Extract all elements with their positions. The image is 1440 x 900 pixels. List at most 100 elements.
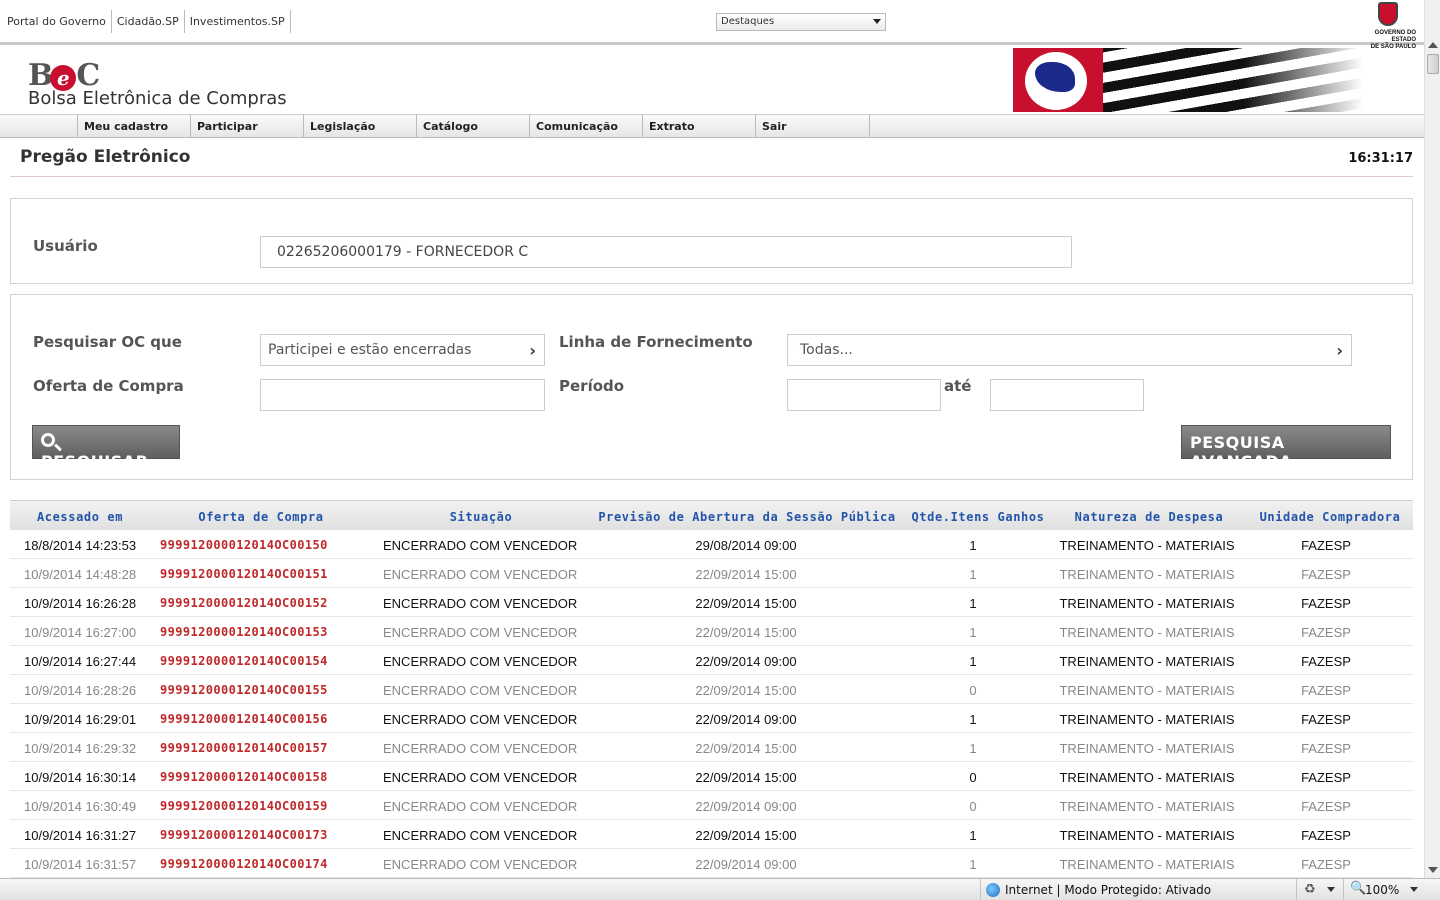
scroll-up-icon[interactable] — [1428, 42, 1438, 48]
table-row[interactable]: 10/9/2014 16:29:32 999912000012014OC00157… — [10, 733, 1413, 762]
col-oferta-compra[interactable]: Oferta de Compra — [198, 510, 323, 524]
periodo-label: Período — [559, 377, 625, 395]
gov-link-investimentos[interactable]: Investimentos.SP — [185, 10, 291, 33]
scroll-down-icon[interactable] — [1428, 867, 1438, 873]
col-acessado-em[interactable]: Acessado em — [37, 510, 123, 524]
chevron-down-icon[interactable] — [1327, 887, 1335, 892]
table-row[interactable]: 18/8/2014 14:23:53 999912000012014OC00150… — [10, 530, 1413, 559]
nav-item-participar[interactable]: Participar — [190, 115, 303, 138]
table-row[interactable]: 10/9/2014 16:31:27 999912000012014OC00173… — [10, 820, 1413, 849]
vertical-scrollbar[interactable] — [1424, 0, 1440, 878]
row-qtde-itens: 0 — [969, 770, 977, 785]
nav-item-legislacao[interactable]: Legislação — [303, 115, 416, 138]
row-situacao: ENCERRADO COM VENCEDOR — [383, 538, 578, 553]
table-row[interactable]: 10/9/2014 16:30:49 999912000012014OC00159… — [10, 791, 1413, 820]
row-acessado-em: 10/9/2014 16:31:27 — [24, 828, 137, 843]
table-row[interactable]: 10/9/2014 16:28:26 999912000012014OC00155… — [10, 675, 1413, 704]
row-oferta-compra-link[interactable]: 999912000012014OC00173 — [160, 828, 328, 842]
row-oferta-compra-link[interactable]: 999912000012014OC00152 — [160, 596, 328, 610]
row-natureza-despesa: TREINAMENTO - MATERIAIS — [1059, 596, 1235, 611]
row-situacao: ENCERRADO COM VENCEDOR — [383, 567, 578, 582]
gov-link-cidadao[interactable]: Cidadão.SP — [112, 10, 185, 33]
row-oferta-compra-link[interactable]: 999912000012014OC00157 — [160, 741, 328, 755]
col-qtde-itens[interactable]: Qtde.Itens Ganhos — [911, 510, 1044, 524]
row-situacao: ENCERRADO COM VENCEDOR — [383, 683, 578, 698]
destaques-select-value: Destaques — [721, 16, 775, 27]
nav-item-comunicacao[interactable]: Comunicação — [529, 115, 642, 138]
table-header: Acessado em Oferta de Compra Situação Pr… — [10, 500, 1413, 530]
gov-link-portal[interactable]: Portal do Governo — [2, 10, 112, 33]
browser-status-bar: Internet | Modo Protegido: Ativado ♻ 🔍 1… — [0, 878, 1440, 900]
security-zone-text[interactable]: Internet | Modo Protegido: Ativado — [1005, 883, 1211, 897]
gov-sp-logo[interactable]: GOVERNO DO ESTADO DE SÃO PAULO — [1354, 2, 1416, 50]
main-nav: Meu cadastro Participar Legislação Catál… — [0, 114, 1424, 138]
protected-mode-icon[interactable]: ♻ — [1304, 882, 1316, 897]
session-clock: 16:31:17 — [1348, 151, 1413, 166]
row-previsao-abertura: 22/09/2014 15:00 — [695, 567, 797, 582]
row-qtde-itens: 1 — [969, 712, 977, 727]
pesquisa-avancada-button[interactable]: PESQUISA AVANÇADA.. — [1181, 425, 1391, 471]
scroll-thumb[interactable] — [1427, 54, 1439, 74]
oferta-compra-label: Oferta de Compra — [33, 377, 184, 395]
row-oferta-compra-link[interactable]: 999912000012014OC00154 — [160, 654, 328, 668]
status-divider — [980, 879, 981, 900]
row-oferta-compra-link[interactable]: 999912000012014OC00159 — [160, 799, 328, 813]
nav-item-sair[interactable]: Sair — [755, 115, 868, 138]
row-acessado-em: 10/9/2014 16:27:00 — [24, 625, 137, 640]
chevron-right-icon: › — [1336, 341, 1343, 360]
table-row[interactable]: 10/9/2014 16:27:44 999912000012014OC00154… — [10, 646, 1413, 675]
periodo-inicio-input[interactable] — [787, 379, 941, 411]
table-row[interactable]: 10/9/2014 16:27:00 999912000012014OC00153… — [10, 617, 1413, 646]
destaques-select[interactable]: Destaques — [716, 13, 886, 31]
row-qtde-itens: 0 — [969, 799, 977, 814]
oferta-compra-input[interactable] — [260, 379, 545, 411]
row-oferta-compra-link[interactable]: 999912000012014OC00151 — [160, 567, 328, 581]
row-oferta-compra-link[interactable]: 999912000012014OC00174 — [160, 857, 328, 871]
table-row[interactable]: 10/9/2014 14:48:28 999912000012014OC00151… — [10, 559, 1413, 588]
pesquisar-oc-select[interactable]: Participei e estão encerradas › — [260, 334, 545, 366]
row-unidade-compradora: FAZESP — [1301, 596, 1351, 611]
pesquisar-button[interactable]: PESQUISAR — [32, 425, 180, 471]
row-qtde-itens: 0 — [969, 683, 977, 698]
status-divider — [1343, 879, 1344, 900]
row-oferta-compra-link[interactable]: 999912000012014OC00156 — [160, 712, 328, 726]
zoom-level[interactable]: 100% — [1365, 883, 1399, 897]
linha-fornecimento-select[interactable]: Todas... › — [787, 334, 1352, 366]
row-unidade-compradora: FAZESP — [1301, 857, 1351, 872]
nav-item-meu-cadastro[interactable]: Meu cadastro — [77, 115, 190, 138]
col-previsao-abertura[interactable]: Previsão de Abertura da Sessão Pública — [598, 510, 895, 524]
row-natureza-despesa: TREINAMENTO - MATERIAIS — [1059, 538, 1235, 553]
row-situacao: ENCERRADO COM VENCEDOR — [383, 799, 578, 814]
row-qtde-itens: 1 — [969, 538, 977, 553]
zoom-icon[interactable]: 🔍 — [1350, 881, 1366, 896]
row-qtde-itens: 1 — [969, 857, 977, 872]
row-acessado-em: 10/9/2014 14:48:28 — [24, 567, 137, 582]
table-row[interactable]: 10/9/2014 16:31:57 999912000012014OC00174… — [10, 849, 1413, 878]
row-oferta-compra-link[interactable]: 999912000012014OC00153 — [160, 625, 328, 639]
pesquisar-button-label: PESQUISAR — [41, 452, 149, 471]
nav-item-extrato[interactable]: Extrato — [642, 115, 755, 138]
col-unidade-compradora[interactable]: Unidade Compradora — [1260, 510, 1401, 524]
table-row[interactable]: 10/9/2014 16:26:28 999912000012014OC00152… — [10, 588, 1413, 617]
gov-top-bar: Portal do Governo Cidadão.SP Investiment… — [0, 0, 1424, 50]
flag-fade — [1243, 48, 1363, 112]
table-row[interactable]: 10/9/2014 16:30:14 999912000012014OC00158… — [10, 762, 1413, 791]
col-natureza-despesa[interactable]: Natureza de Despesa — [1075, 510, 1224, 524]
row-unidade-compradora: FAZESP — [1301, 799, 1351, 814]
row-oferta-compra-link[interactable]: 999912000012014OC00150 — [160, 538, 328, 552]
row-qtde-itens: 1 — [969, 741, 977, 756]
row-acessado-em: 18/8/2014 14:23:53 — [24, 538, 137, 553]
row-natureza-despesa: TREINAMENTO - MATERIAIS — [1059, 567, 1235, 582]
row-unidade-compradora: FAZESP — [1301, 625, 1351, 640]
chevron-down-icon[interactable] — [1410, 887, 1418, 892]
table-row[interactable]: 10/9/2014 16:29:01 999912000012014OC00156… — [10, 704, 1413, 733]
periodo-fim-input[interactable] — [990, 379, 1144, 411]
row-natureza-despesa: TREINAMENTO - MATERIAIS — [1059, 770, 1235, 785]
col-situacao[interactable]: Situação — [450, 510, 513, 524]
row-previsao-abertura: 22/09/2014 15:00 — [695, 596, 797, 611]
row-oferta-compra-link[interactable]: 999912000012014OC00155 — [160, 683, 328, 697]
row-previsao-abertura: 22/09/2014 15:00 — [695, 683, 797, 698]
nav-item-catalogo[interactable]: Catálogo — [416, 115, 529, 138]
row-previsao-abertura: 22/09/2014 15:00 — [695, 770, 797, 785]
row-oferta-compra-link[interactable]: 999912000012014OC00158 — [160, 770, 328, 784]
